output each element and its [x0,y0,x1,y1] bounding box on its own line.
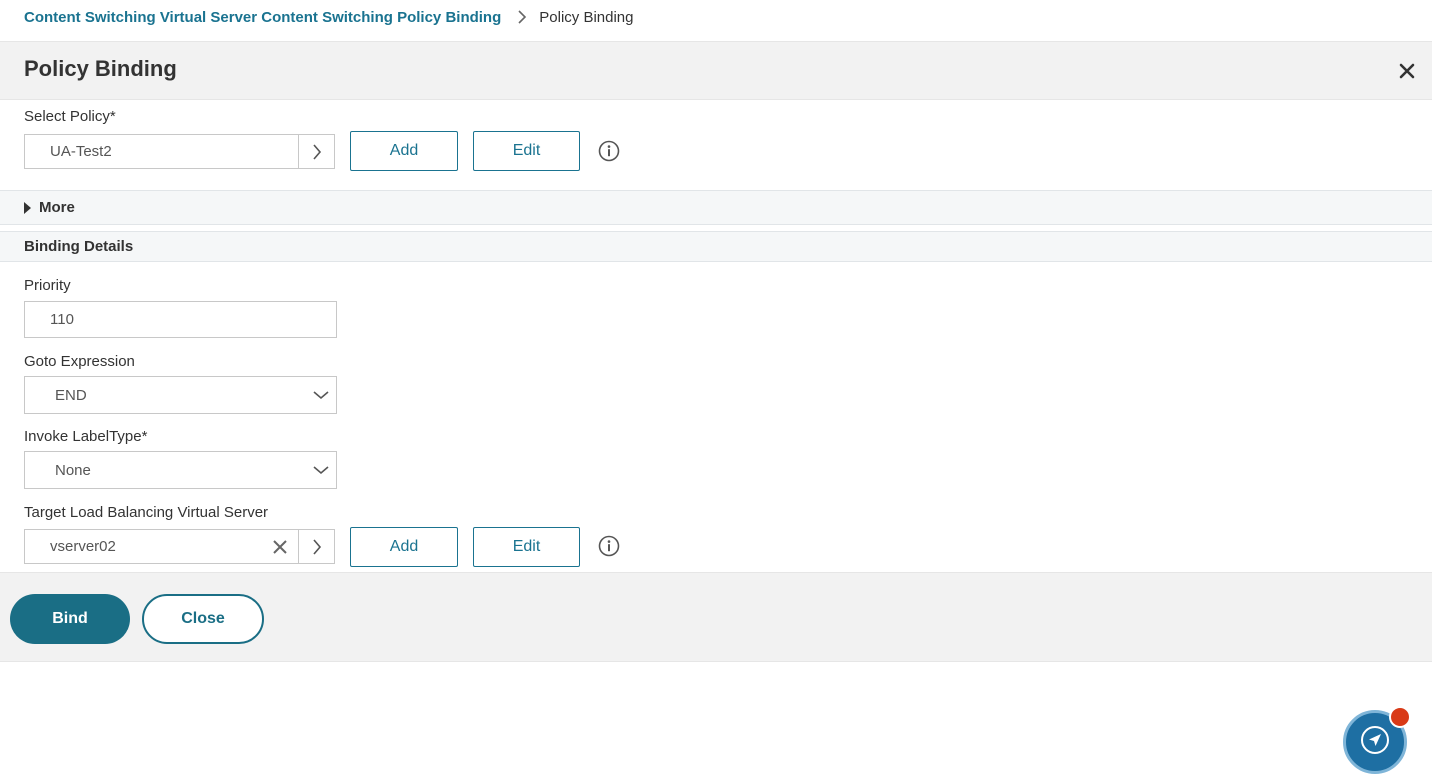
more-label: More [39,199,75,216]
close-icon[interactable] [1398,62,1416,80]
binding-details-title: Binding Details [24,238,134,255]
chevron-down-icon [306,390,336,400]
page-header: Policy Binding [0,41,1432,100]
select-policy-label: Select Policy* [24,108,116,125]
target-lb-vserver-value: vserver02 [50,538,116,555]
policy-edit-button[interactable]: Edit [473,131,580,171]
close-button[interactable]: Close [142,594,264,644]
notification-badge [1389,706,1411,728]
invoke-label-type-value: None [55,461,91,479]
more-toggle[interactable]: More [0,190,1432,225]
breadcrumb: Content Switching Virtual Server Content… [24,7,633,27]
goto-expression-label: Goto Expression [24,353,135,370]
bind-button[interactable]: Bind [10,594,130,644]
invoke-label-type-label: Invoke LabelType* [24,428,148,445]
clear-icon[interactable] [262,530,298,563]
select-policy-field[interactable]: UA-Test2 [24,134,335,169]
binding-details-section: Binding Details [0,231,1432,262]
vserver-add-button[interactable]: Add [350,527,458,567]
invoke-label-type-select[interactable]: None [24,451,337,489]
breadcrumb-link-parent[interactable]: Content Switching Virtual Server Content… [24,9,501,26]
breadcrumb-current: Policy Binding [539,8,634,26]
goto-expression-select[interactable]: END [24,376,337,414]
page-title: Policy Binding [24,56,177,81]
priority-label: Priority [24,277,71,294]
navigation-arrow-icon [1360,725,1390,760]
chevron-right-icon[interactable] [298,135,334,168]
target-lb-vserver-label: Target Load Balancing Virtual Server [24,504,269,521]
triangle-right-icon [24,201,31,214]
info-icon[interactable] [598,535,620,557]
info-icon[interactable] [598,140,620,162]
target-lb-vserver-field[interactable]: vserver02 [24,529,335,564]
select-policy-value: UA-Test2 [50,143,112,160]
chevron-down-icon [306,465,336,475]
chevron-right-icon [517,10,527,24]
priority-value: 110 [50,311,74,328]
chevron-right-icon[interactable] [298,530,334,563]
goto-expression-value: END [55,386,87,404]
policy-add-button[interactable]: Add [350,131,458,171]
priority-input[interactable]: 110 [24,301,337,338]
vserver-edit-button[interactable]: Edit [473,527,580,567]
footer-actions: Bind Close [0,572,1432,662]
